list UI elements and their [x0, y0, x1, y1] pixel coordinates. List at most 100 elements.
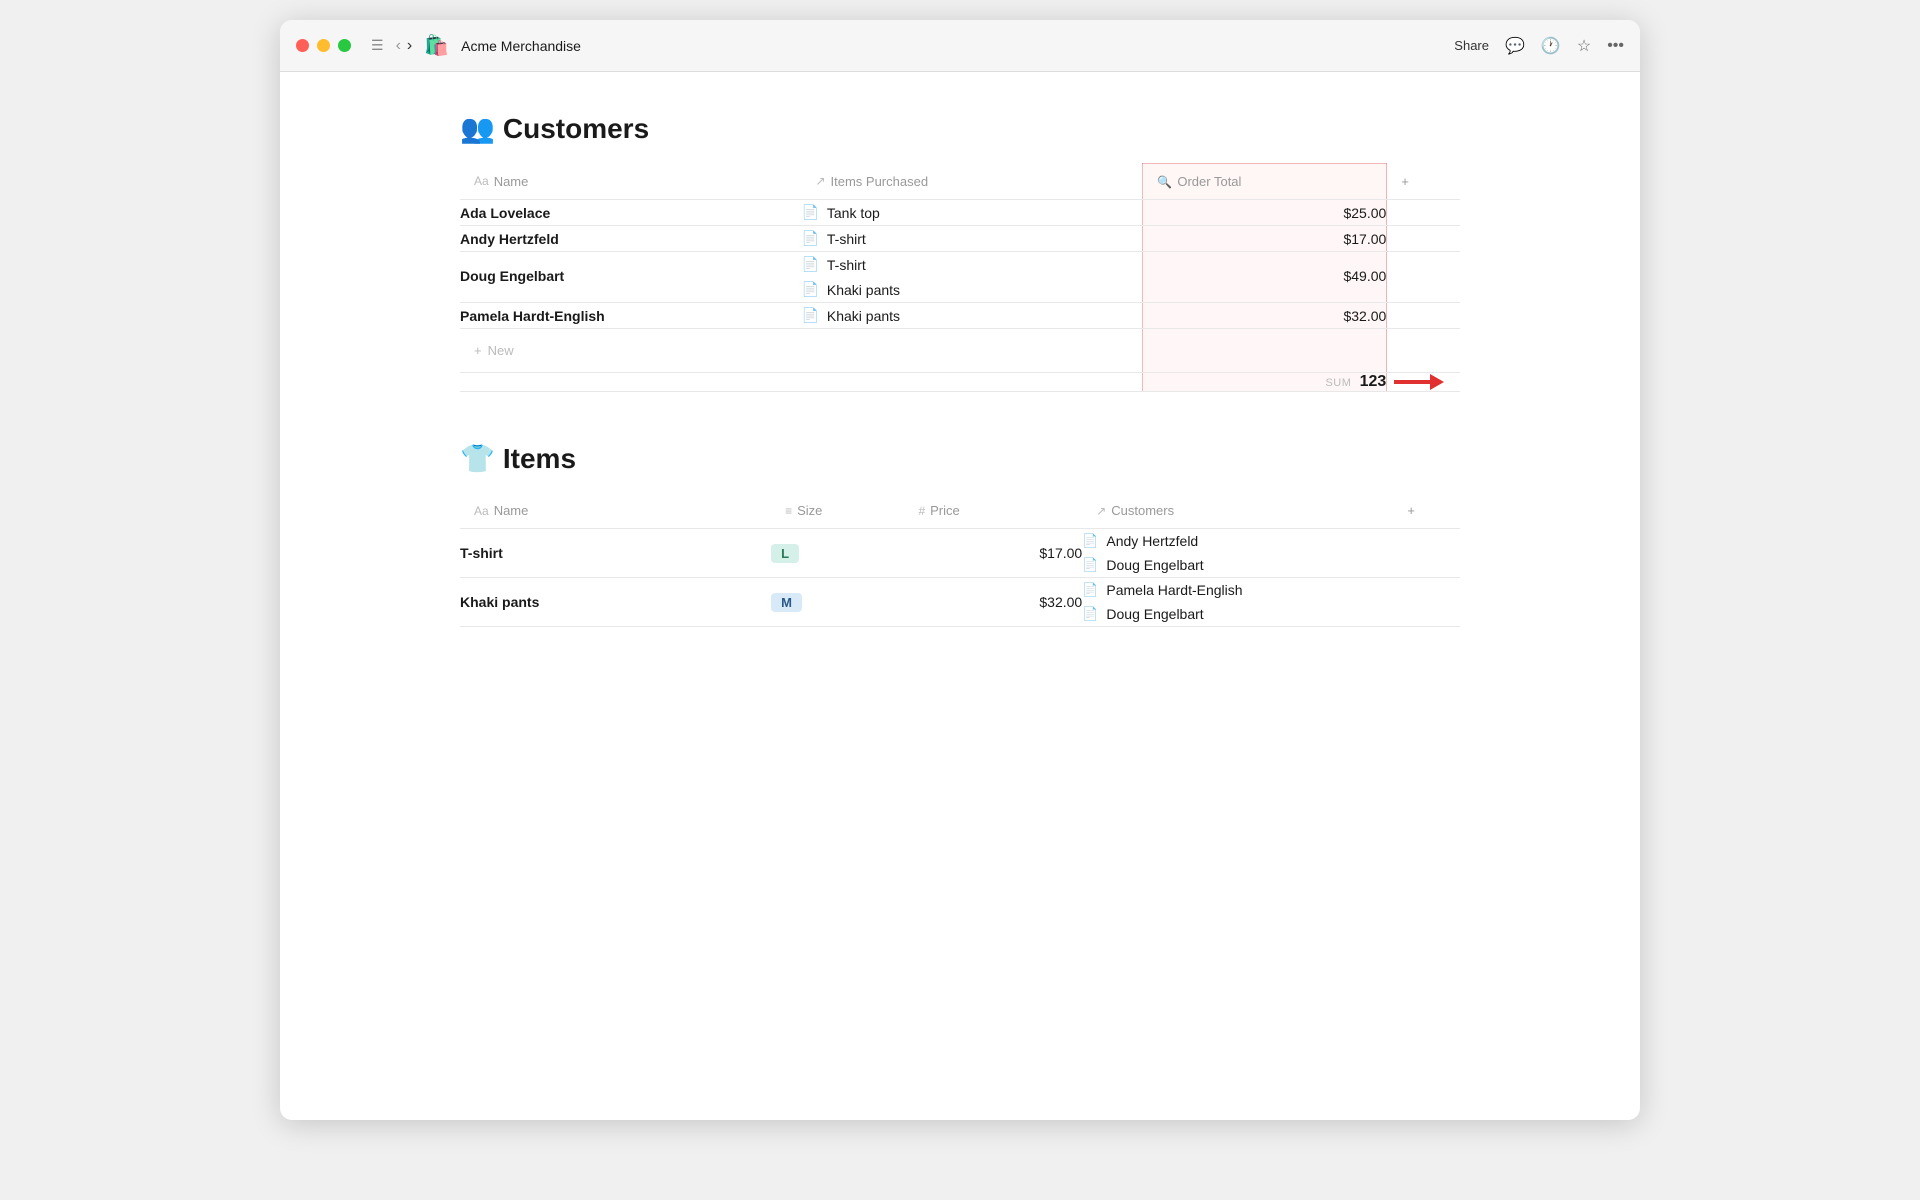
th-items-purchased: ↗ Items Purchased: [801, 164, 1142, 200]
history-icon[interactable]: 🕐: [1541, 36, 1561, 56]
nav-arrows: ‹ ›: [396, 37, 413, 55]
table-row: Khaki pants M $32.00 📄 Pamela Hardt-Engl…: [460, 578, 1460, 627]
item-price: $32.00: [904, 578, 1082, 627]
item-price: $17.00: [904, 529, 1082, 578]
customer-name: Doug Engelbart: [460, 252, 801, 303]
customer-name: Andy Hertzfeld: [1106, 533, 1198, 549]
titlebar-right: Share 💬 🕐 ☆ •••: [1454, 36, 1624, 56]
customer-name: Andy Hertzfeld: [460, 226, 801, 252]
th-add-col[interactable]: +: [1387, 164, 1460, 200]
minimize-button[interactable]: [317, 39, 330, 52]
price-col-icon: #: [918, 504, 925, 518]
order-total-value: $25.00: [1143, 200, 1387, 226]
item-name: Khaki pants: [827, 308, 900, 324]
red-arrow: [1394, 374, 1444, 390]
forward-button[interactable]: ›: [407, 37, 412, 55]
customer-doc-icon: 📄: [1082, 606, 1098, 622]
customer-name: Pamela Hardt-English: [1106, 582, 1242, 598]
arrow-shaft: [1394, 380, 1430, 384]
item-name: T-shirt: [827, 257, 866, 273]
customers-table: Aa Name ↗ Items Purchased 🔍 Order: [460, 163, 1460, 392]
item-size: M: [771, 578, 904, 627]
items-th-name: Aa Name: [460, 493, 771, 529]
customer-doc-icon: 📄: [1082, 582, 1098, 598]
item-name: T-shirt: [827, 231, 866, 247]
order-total-value: $49.00: [1143, 252, 1387, 303]
order-total-value: $32.00: [1143, 303, 1387, 329]
items-table: Aa Name ≡ Size #: [460, 493, 1460, 627]
item-name: Khaki pants: [827, 282, 900, 298]
content-area: 👥 Customers Aa Name ↗ Items Purchased: [280, 72, 1640, 1120]
new-record-button[interactable]: + New: [474, 343, 514, 358]
new-row-cell: + New: [460, 329, 1143, 373]
customer-doc-icon: 📄: [1082, 533, 1098, 549]
app-icon: 🛍️: [424, 33, 449, 58]
customers-heading: 👥 Customers: [460, 112, 1460, 145]
row-add: [1387, 200, 1460, 226]
size-badge-m: M: [771, 593, 802, 612]
customer-name: Doug Engelbart: [1106, 606, 1203, 622]
menu-icon[interactable]: ☰: [371, 37, 384, 54]
share-button[interactable]: Share: [1454, 38, 1489, 53]
customers-title: Customers: [503, 113, 649, 145]
sum-cell: SUM 123: [1143, 373, 1387, 392]
name-col-icon: Aa: [474, 504, 489, 518]
table-row: Andy Hertzfeld 📄 T-shirt $17.00: [460, 226, 1460, 252]
more-icon[interactable]: •••: [1607, 37, 1624, 55]
th-order-total: 🔍 Order Total: [1143, 164, 1387, 200]
items-section: 👕 Items Aa Name ≡: [460, 442, 1460, 627]
customer-name: Pamela Hardt-English: [460, 303, 801, 329]
new-row: + New: [460, 329, 1460, 373]
item-size: L: [771, 529, 904, 578]
row-add: [1387, 252, 1460, 303]
app-window: ☰ ‹ › 🛍️ Acme Merchandise Share 💬 🕐 ☆ ••…: [280, 20, 1640, 1120]
traffic-lights: [296, 39, 351, 52]
customers-emoji: 👥: [460, 112, 495, 145]
back-button[interactable]: ‹: [396, 37, 401, 55]
items-th-price: # Price: [904, 493, 1082, 529]
row-add: [1393, 578, 1460, 627]
close-button[interactable]: [296, 39, 309, 52]
th-name: Aa Name: [460, 164, 801, 200]
items-heading: 👕 Items: [460, 442, 1460, 475]
customer-name: Doug Engelbart: [1106, 557, 1203, 573]
size-col-icon: ≡: [785, 504, 792, 518]
chat-icon[interactable]: 💬: [1505, 36, 1525, 56]
items-emoji: 👕: [460, 442, 495, 475]
item-doc-icon: 📄: [801, 281, 818, 298]
item-name: T-shirt: [460, 529, 771, 578]
order-total-value: $17.00: [1143, 226, 1387, 252]
size-badge-l: L: [771, 544, 799, 563]
plus-icon: +: [474, 343, 482, 358]
customer-name: Ada Lovelace: [460, 200, 801, 226]
items-th-size: ≡ Size: [771, 493, 904, 529]
sum-value: 123: [1360, 373, 1387, 390]
item-doc-icon: 📄: [801, 204, 818, 221]
customer-items: 📄 Tank top: [801, 200, 1142, 226]
titlebar: ☰ ‹ › 🛍️ Acme Merchandise Share 💬 🕐 ☆ ••…: [280, 20, 1640, 72]
customer-items: 📄 T-shirt 📄 Khaki pants: [801, 252, 1142, 303]
items-col-icon: ↗: [815, 174, 825, 188]
row-add: [1393, 529, 1460, 578]
name-col-icon: Aa: [474, 174, 489, 188]
app-title: Acme Merchandise: [461, 38, 581, 54]
table-row: Doug Engelbart 📄 T-shirt 📄 Khaki pants $…: [460, 252, 1460, 303]
customer-items: 📄 Khaki pants: [801, 303, 1142, 329]
order-col-icon: 🔍: [1157, 175, 1172, 189]
table-row: T-shirt L $17.00 📄 Andy Hertzfeld 📄: [460, 529, 1460, 578]
maximize-button[interactable]: [338, 39, 351, 52]
item-doc-icon: 📄: [801, 256, 818, 273]
table-row: Ada Lovelace 📄 Tank top $25.00: [460, 200, 1460, 226]
row-add: [1387, 226, 1460, 252]
item-doc-icon: 📄: [801, 230, 818, 247]
items-th-customers: ↗ Customers: [1082, 493, 1393, 529]
item-customers: 📄 Andy Hertzfeld 📄 Doug Engelbart: [1082, 529, 1393, 578]
items-th-add[interactable]: +: [1393, 493, 1460, 529]
customers-col-icon: ↗: [1096, 504, 1106, 518]
arrow-head: [1430, 374, 1444, 390]
customer-items: 📄 T-shirt: [801, 226, 1142, 252]
item-customers: 📄 Pamela Hardt-English 📄 Doug Engelbart: [1082, 578, 1393, 627]
item-name: Tank top: [827, 205, 880, 221]
items-title: Items: [503, 443, 576, 475]
star-icon[interactable]: ☆: [1577, 36, 1591, 56]
